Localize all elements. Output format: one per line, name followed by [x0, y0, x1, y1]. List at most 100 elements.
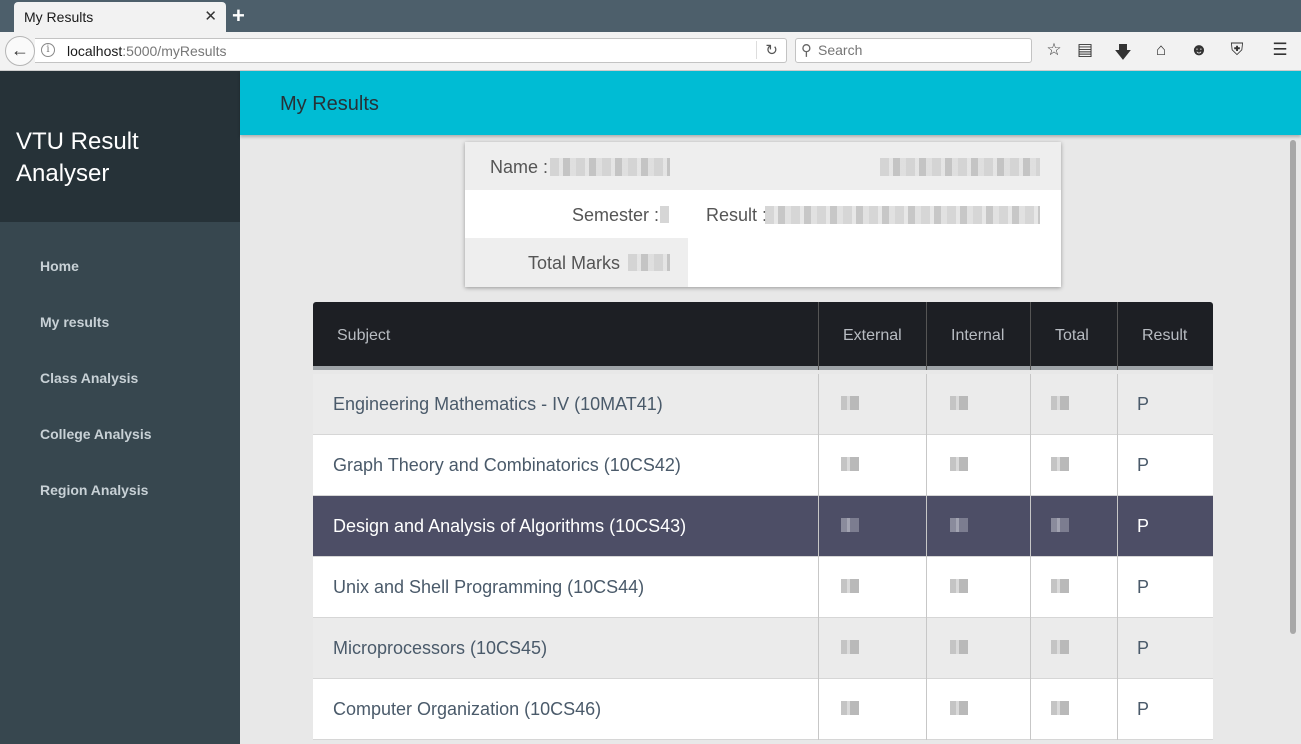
cell-divider: [926, 435, 927, 496]
col-subject: Subject: [337, 327, 391, 344]
col-external: External: [843, 327, 902, 344]
table-row[interactable]: Engineering Mathematics - IV (10MAT41) P: [313, 374, 1213, 435]
header-divider: [1030, 302, 1031, 370]
result-cell: P: [1137, 638, 1150, 658]
table-row[interactable]: Computer Organization (10CS46) P: [313, 679, 1213, 740]
pocket-icon[interactable]: ⛨: [1226, 40, 1248, 60]
student-info-card: Name : Semester : Result : Total Marks: [465, 142, 1061, 287]
brand-block: VTU Result Analyser: [0, 71, 240, 222]
search-icon: ⚲: [801, 42, 812, 59]
total-mark-redacted: [1051, 518, 1069, 532]
sidebar-item-home[interactable]: Home: [40, 258, 79, 274]
external-mark-redacted: [841, 579, 859, 593]
cell-divider: [1030, 679, 1031, 740]
cell-divider: [818, 679, 819, 740]
semester-value-redacted: [660, 206, 669, 223]
subject-cell: Microprocessors (10CS45): [333, 638, 548, 658]
table-row[interactable]: Design and Analysis of Algorithms (10CS4…: [313, 496, 1213, 557]
table-row[interactable]: Graph Theory and Combinatorics (10CS42) …: [313, 435, 1213, 496]
total-mark-redacted: [1051, 396, 1069, 410]
cell-divider: [1117, 557, 1118, 618]
scrollbar[interactable]: [1290, 140, 1296, 634]
reading-list-icon[interactable]: ▤: [1074, 40, 1096, 60]
sidebar-item-region-analysis[interactable]: Region Analysis: [40, 482, 148, 498]
internal-mark-redacted: [950, 579, 968, 593]
cell-divider: [1117, 679, 1118, 740]
cell-divider: [926, 557, 927, 618]
cell-divider: [1030, 618, 1031, 679]
tab-title: My Results: [24, 9, 94, 25]
header-divider: [1117, 302, 1118, 370]
browser-tab[interactable]: My Results ✕: [14, 2, 226, 32]
external-mark-redacted: [841, 640, 859, 654]
cell-divider: [926, 679, 927, 740]
result-cell: P: [1137, 577, 1150, 597]
subject-cell: Computer Organization (10CS46): [333, 699, 602, 719]
cell-divider: [1030, 435, 1031, 496]
results-table: Subject External Internal Total Result E…: [313, 302, 1213, 744]
semester-label: Semester :: [572, 205, 660, 225]
sidebar-item-class-analysis[interactable]: Class Analysis: [40, 370, 138, 386]
chat-icon[interactable]: ☻: [1188, 40, 1210, 60]
result-value-redacted: [765, 206, 1040, 224]
external-mark-redacted: [841, 396, 859, 410]
cell-divider: [1117, 496, 1118, 557]
col-internal: Internal: [951, 327, 1005, 344]
brand-title: VTU Result Analyser: [16, 128, 139, 187]
info-icon[interactable]: i: [41, 43, 55, 57]
cell-divider: [818, 618, 819, 679]
result-cell: P: [1137, 516, 1150, 536]
col-total: Total: [1055, 327, 1089, 344]
usn-value-redacted: [880, 158, 1040, 176]
total-mark-redacted: [1051, 640, 1069, 654]
cell-divider: [926, 374, 927, 435]
cell-divider: [818, 496, 819, 557]
name-label: Name :: [490, 157, 549, 177]
cell-divider: [926, 496, 927, 557]
cell-divider: [926, 618, 927, 679]
result-cell: P: [1137, 394, 1150, 414]
sidebar: VTU Result Analyser Home My results Clas…: [0, 71, 240, 744]
external-mark-redacted: [841, 457, 859, 471]
reload-icon[interactable]: ↻: [756, 41, 778, 59]
total-marks-label: Total Marks: [528, 253, 621, 273]
url-path: :5000/myResults: [122, 43, 227, 59]
bookmark-star-icon[interactable]: ☆: [1043, 40, 1065, 60]
total-mark-redacted: [1051, 701, 1069, 715]
sidebar-item-college-analysis[interactable]: College Analysis: [40, 426, 152, 442]
cell-divider: [1117, 374, 1118, 435]
url-text[interactable]: localhost:5000/myResults: [67, 43, 227, 59]
total-mark-redacted: [1051, 457, 1069, 471]
header-divider: [818, 302, 819, 370]
external-mark-redacted: [841, 518, 859, 532]
search-input[interactable]: [818, 42, 1018, 58]
cell-divider: [1117, 435, 1118, 496]
sidebar-item-my-results[interactable]: My results: [40, 314, 109, 330]
url-host: localhost: [67, 43, 123, 59]
total-mark-redacted: [1051, 579, 1069, 593]
page-title: My Results: [280, 93, 379, 115]
search-bar[interactable]: ⚲: [795, 38, 1032, 63]
cell-divider: [818, 557, 819, 618]
new-tab-icon[interactable]: +: [232, 3, 245, 29]
url-bar[interactable]: i localhost:5000/myResults ↻: [35, 38, 787, 63]
page-header: My Results: [240, 71, 1301, 135]
col-result: Result: [1142, 327, 1188, 344]
download-icon[interactable]: 🡇: [1112, 40, 1134, 69]
header-divider: [926, 302, 927, 370]
back-arrow-icon[interactable]: ←: [5, 36, 35, 66]
menu-icon[interactable]: ☰: [1269, 40, 1291, 60]
table-row[interactable]: Microprocessors (10CS45) P: [313, 618, 1213, 679]
internal-mark-redacted: [950, 701, 968, 715]
result-label: Result :: [706, 205, 768, 225]
subject-cell: Unix and Shell Programming (10CS44): [333, 577, 645, 597]
external-mark-redacted: [841, 701, 859, 715]
table-row[interactable]: Unix and Shell Programming (10CS44) P: [313, 557, 1213, 618]
internal-mark-redacted: [950, 518, 968, 532]
total-marks-value-redacted: [628, 254, 670, 271]
result-cell: P: [1137, 699, 1150, 719]
close-tab-icon[interactable]: ✕: [204, 7, 217, 25]
home-icon[interactable]: ⌂: [1150, 40, 1172, 60]
cell-divider: [1117, 618, 1118, 679]
browser-nav-bar: ← i localhost:5000/myResults ↻ ⚲ ☆ ▤ 🡇 ⌂…: [0, 32, 1301, 71]
